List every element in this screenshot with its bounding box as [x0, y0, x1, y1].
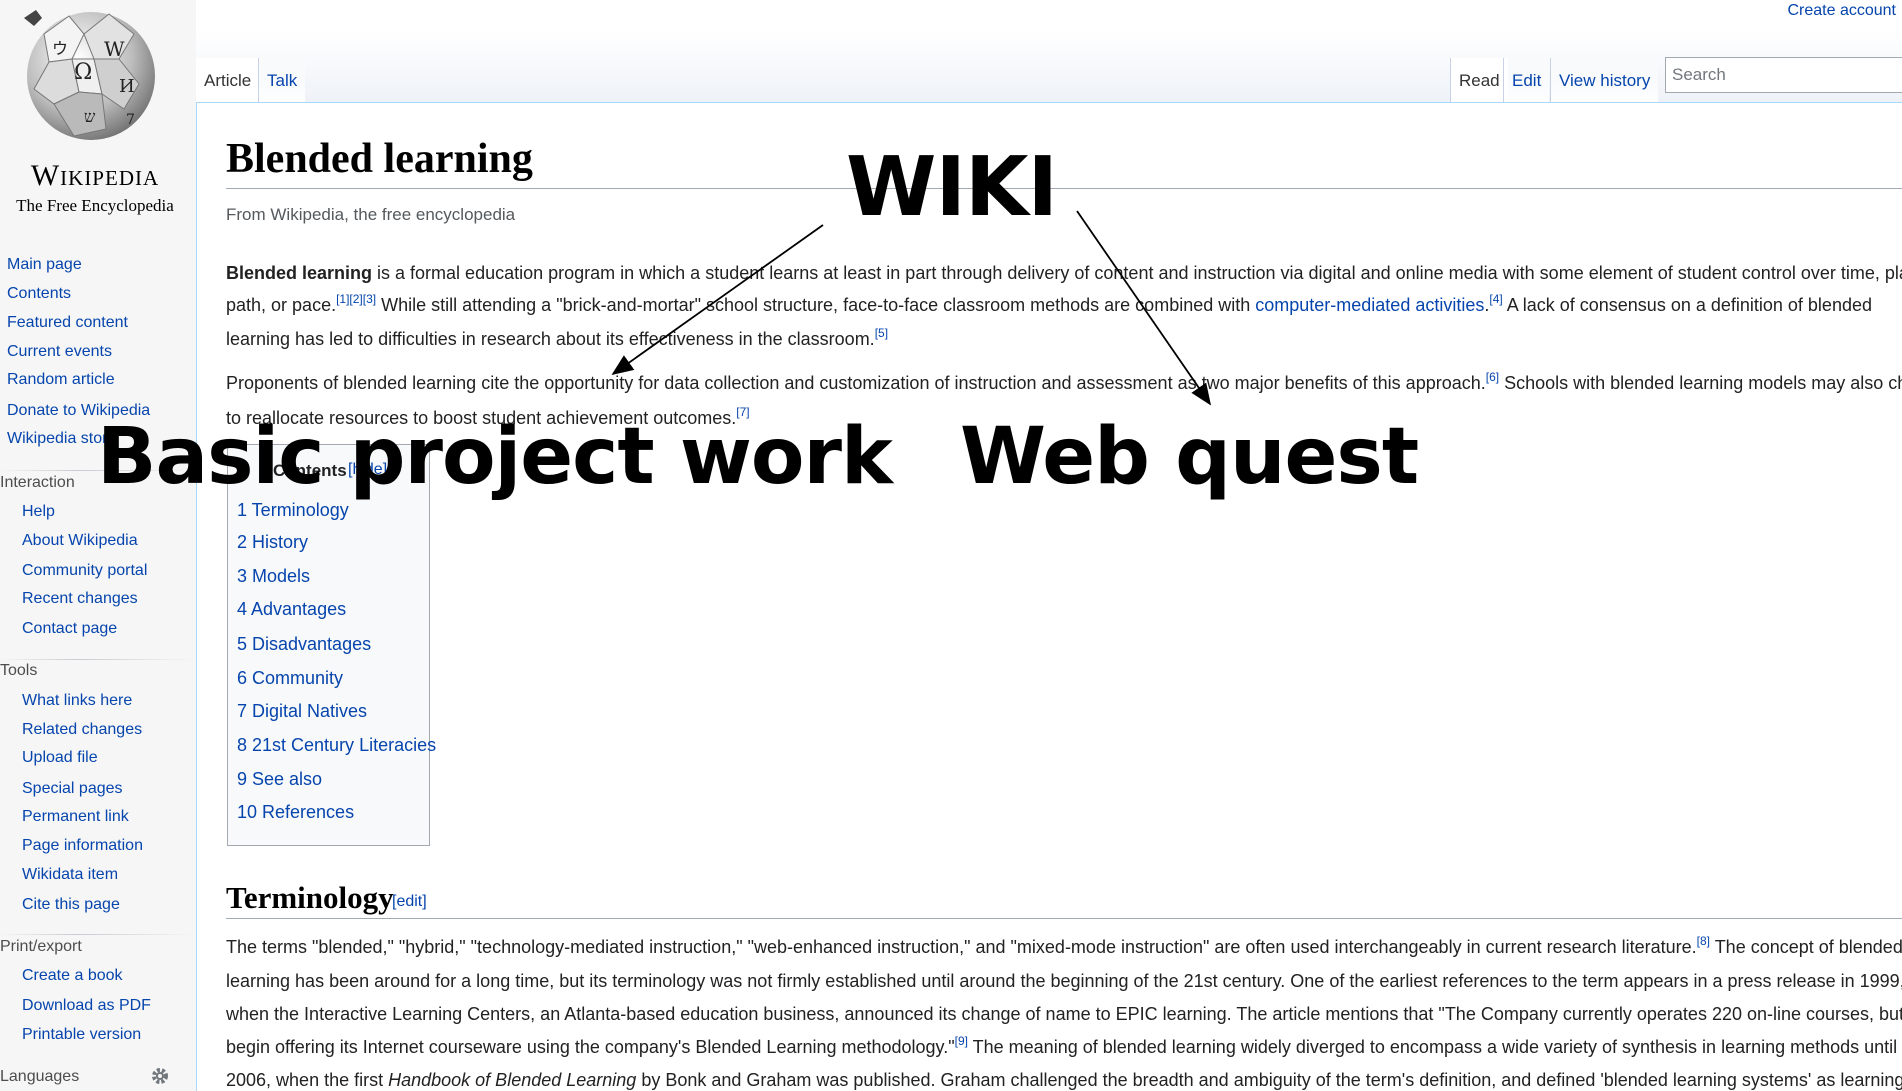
sidebar-item-upload-file[interactable]: Upload file	[22, 749, 98, 767]
wikipedia-logo[interactable]: Ω W И ウ ש 7 Wikipedia The Free Encyclope…	[6, 4, 194, 216]
section-divider	[226, 918, 1902, 919]
sidebar-heading-languages[interactable]: Languages	[0, 1068, 79, 1086]
toc-item[interactable]: 4 Advantages	[237, 599, 346, 620]
title-divider	[226, 188, 1902, 189]
citation-link[interactable]: [6]	[1486, 370, 1499, 384]
sidebar-item-wikidata-item[interactable]: Wikidata item	[22, 866, 118, 884]
lead-paragraph-line: Proponents of blended learning cite the …	[226, 370, 1902, 393]
citation-link[interactable]: [5]	[875, 326, 888, 340]
sidebar: Ω W И ウ ש 7 Wikipedia The Free Encyclope…	[0, 0, 196, 1091]
lead-paragraph-line: Blended learning is a formal education p…	[226, 263, 1902, 283]
citation-link[interactable]: [1][2][3]	[336, 292, 376, 306]
search-input[interactable]	[1665, 57, 1902, 93]
sidebar-item-cite-this-page[interactable]: Cite this page	[22, 896, 120, 914]
toc-item[interactable]: 3 Models	[237, 566, 310, 587]
sidebar-item-featured-content[interactable]: Featured content	[7, 314, 128, 332]
toc-item[interactable]: 10 References	[237, 802, 354, 823]
sidebar-heading-interaction[interactable]: Interaction	[0, 474, 75, 492]
table-of-contents: Contents [hide] 1 Terminology 2 History …	[227, 444, 436, 846]
terminology-paragraph-line: begin offering its Internet courseware u…	[226, 1034, 1898, 1057]
bold-term: Blended learning	[226, 263, 373, 283]
toc-item[interactable]: 8 21st Century Literacies	[237, 735, 436, 756]
section-heading-terminology: Terminology	[226, 880, 394, 915]
sidebar-item-related-changes[interactable]: Related changes	[22, 721, 142, 739]
citation-link[interactable]: [9]	[955, 1034, 968, 1048]
toc-item[interactable]: 2 History	[237, 532, 308, 553]
sidebar-item-community-portal[interactable]: Community portal	[22, 562, 147, 580]
citation-link[interactable]: [8]	[1697, 934, 1710, 948]
sidebar-item-main-page[interactable]: Main page	[7, 256, 82, 274]
puzzle-globe-icon: Ω W И ウ ש 7	[24, 10, 155, 140]
sidebar-heading-print-export[interactable]: Print/export	[0, 938, 82, 956]
sidebar-divider	[0, 659, 196, 660]
sidebar-item-help[interactable]: Help	[22, 503, 55, 521]
svg-text:Ω: Ω	[74, 60, 92, 85]
terminology-paragraph-line: when the Interactive Learning Centers, a…	[226, 1004, 1902, 1024]
svg-text:7: 7	[126, 112, 135, 128]
toc-item[interactable]: 7 Digital Natives	[237, 701, 367, 722]
gear-icon[interactable]	[150, 1066, 170, 1086]
sidebar-heading-tools[interactable]: Tools	[0, 662, 37, 680]
sidebar-divider	[0, 934, 196, 935]
toc-item[interactable]: 5 Disadvantages	[237, 634, 371, 655]
sidebar-item-current-events[interactable]: Current events	[7, 343, 112, 361]
sidebar-item-recent-changes[interactable]: Recent changes	[22, 590, 138, 608]
tagline: The Free Encyclopedia	[16, 196, 174, 215]
tab-article[interactable]: Article	[196, 58, 260, 103]
overlay-basic-project-work-label: Basic project work	[97, 412, 893, 502]
svg-text:W: W	[104, 37, 125, 61]
svg-text:И: И	[119, 76, 135, 97]
wordmark: Wikipedia	[30, 159, 160, 192]
terminology-paragraph-line: 2006, when the first Handbook of Blended…	[226, 1070, 1902, 1090]
tab-edit[interactable]: Edit	[1503, 58, 1550, 103]
terminology-paragraph-line: The terms "blended," "hybrid," "technolo…	[226, 934, 1902, 957]
lead-paragraph-line: path, or pace.[1][2][3] While still atte…	[226, 292, 1872, 315]
sidebar-item-download-pdf[interactable]: Download as PDF	[22, 997, 151, 1015]
sidebar-item-special-pages[interactable]: Special pages	[22, 780, 123, 798]
sidebar-item-about[interactable]: About Wikipedia	[22, 532, 138, 550]
toc-item[interactable]: 6 Community	[237, 668, 343, 689]
sidebar-item-printable-version[interactable]: Printable version	[22, 1026, 141, 1044]
page-title: Blended learning	[226, 136, 533, 182]
citation-link[interactable]: [4]	[1489, 292, 1502, 306]
create-account-link[interactable]: Create account	[1787, 2, 1896, 20]
svg-text:ウ: ウ	[52, 39, 68, 58]
toc-item[interactable]: 1 Terminology	[237, 500, 349, 521]
sidebar-item-what-links-here[interactable]: What links here	[22, 692, 132, 710]
italic-title: Handbook of Blended Learning	[388, 1070, 637, 1090]
tab-talk[interactable]: Talk	[258, 58, 306, 103]
toc-item[interactable]: 9 See also	[237, 769, 322, 790]
terminology-paragraph-line: learning has been around for a long time…	[226, 971, 1902, 991]
overlay-wiki-label: WIKI	[846, 140, 1058, 235]
svg-text:ש: ש	[84, 107, 96, 126]
sidebar-item-contact[interactable]: Contact page	[22, 620, 117, 638]
sidebar-item-permanent-link[interactable]: Permanent link	[22, 808, 129, 826]
sidebar-item-create-book[interactable]: Create a book	[22, 967, 123, 985]
sidebar-item-page-information[interactable]: Page information	[22, 837, 143, 855]
tab-view-history[interactable]: View history	[1550, 58, 1659, 103]
overlay-web-quest-label: Web quest	[960, 412, 1419, 502]
sidebar-item-contents[interactable]: Contents	[7, 285, 71, 303]
lead-paragraph-line: learning has led to difficulties in rese…	[226, 326, 889, 349]
inline-link[interactable]: computer-mediated activities	[1255, 295, 1484, 315]
sidebar-item-random-article[interactable]: Random article	[7, 371, 115, 389]
site-sub: From Wikipedia, the free encyclopedia	[226, 205, 516, 224]
tab-read[interactable]: Read	[1450, 58, 1508, 103]
section-edit-link[interactable]: [edit]	[392, 893, 427, 911]
